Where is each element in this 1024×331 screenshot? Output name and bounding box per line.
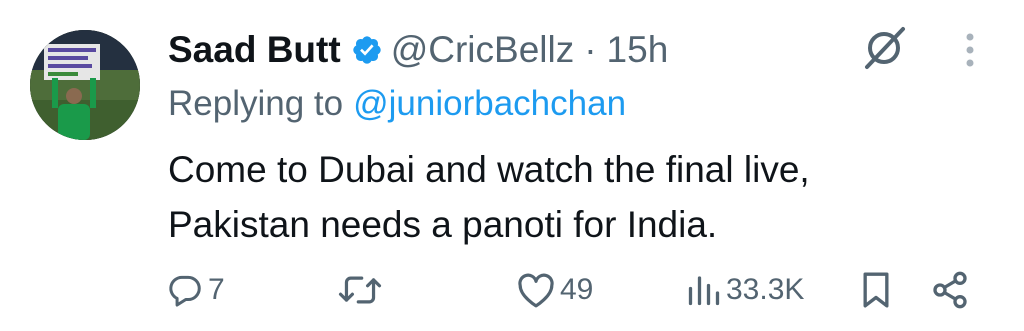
retweet-icon xyxy=(338,276,382,304)
author-name[interactable]: Saad Butt xyxy=(168,29,341,71)
replying-to-mention[interactable]: @juniorbachchan xyxy=(353,84,626,124)
tweet-text-line: Come to Dubai and watch the final live, xyxy=(168,149,810,190)
separator-dot: · xyxy=(584,29,597,70)
retweet-button[interactable] xyxy=(338,262,386,318)
replying-to: Replying to @juniorbachchan xyxy=(168,80,626,128)
share-button[interactable] xyxy=(930,262,970,318)
reply-count: 7 xyxy=(208,273,225,306)
tweet-header: Saad Butt @CricBellz · 15h xyxy=(168,22,668,78)
views-count: 33.3K xyxy=(726,273,805,306)
replying-to-label: Replying to xyxy=(168,84,344,123)
like-button[interactable]: 49 xyxy=(516,262,593,318)
more-vertical-icon[interactable] xyxy=(952,28,988,72)
author-handle[interactable]: @CricBellz xyxy=(391,29,575,71)
tweet-action-bar: 7 49 33.3K xyxy=(0,262,1024,318)
like-count: 49 xyxy=(560,273,594,306)
avatar[interactable] xyxy=(30,30,140,140)
tweet-timestamp[interactable]: 15h xyxy=(607,29,669,71)
grok-icon[interactable] xyxy=(856,22,912,74)
share-icon xyxy=(933,271,967,309)
views-icon xyxy=(688,276,720,306)
avatar-image xyxy=(30,30,140,140)
verified-badge-icon[interactable] xyxy=(351,34,383,66)
reply-button[interactable]: 7 xyxy=(166,262,225,318)
bookmark-icon xyxy=(863,272,889,308)
views-button[interactable]: 33.3K xyxy=(686,262,804,318)
bookmark-button[interactable] xyxy=(858,262,894,318)
reply-icon xyxy=(169,275,201,307)
heart-icon xyxy=(518,273,554,308)
tweet-text-line: Pakistan needs a panoti for India. xyxy=(168,204,718,245)
tweet-text: Come to Dubai and watch the final live, … xyxy=(168,142,968,252)
